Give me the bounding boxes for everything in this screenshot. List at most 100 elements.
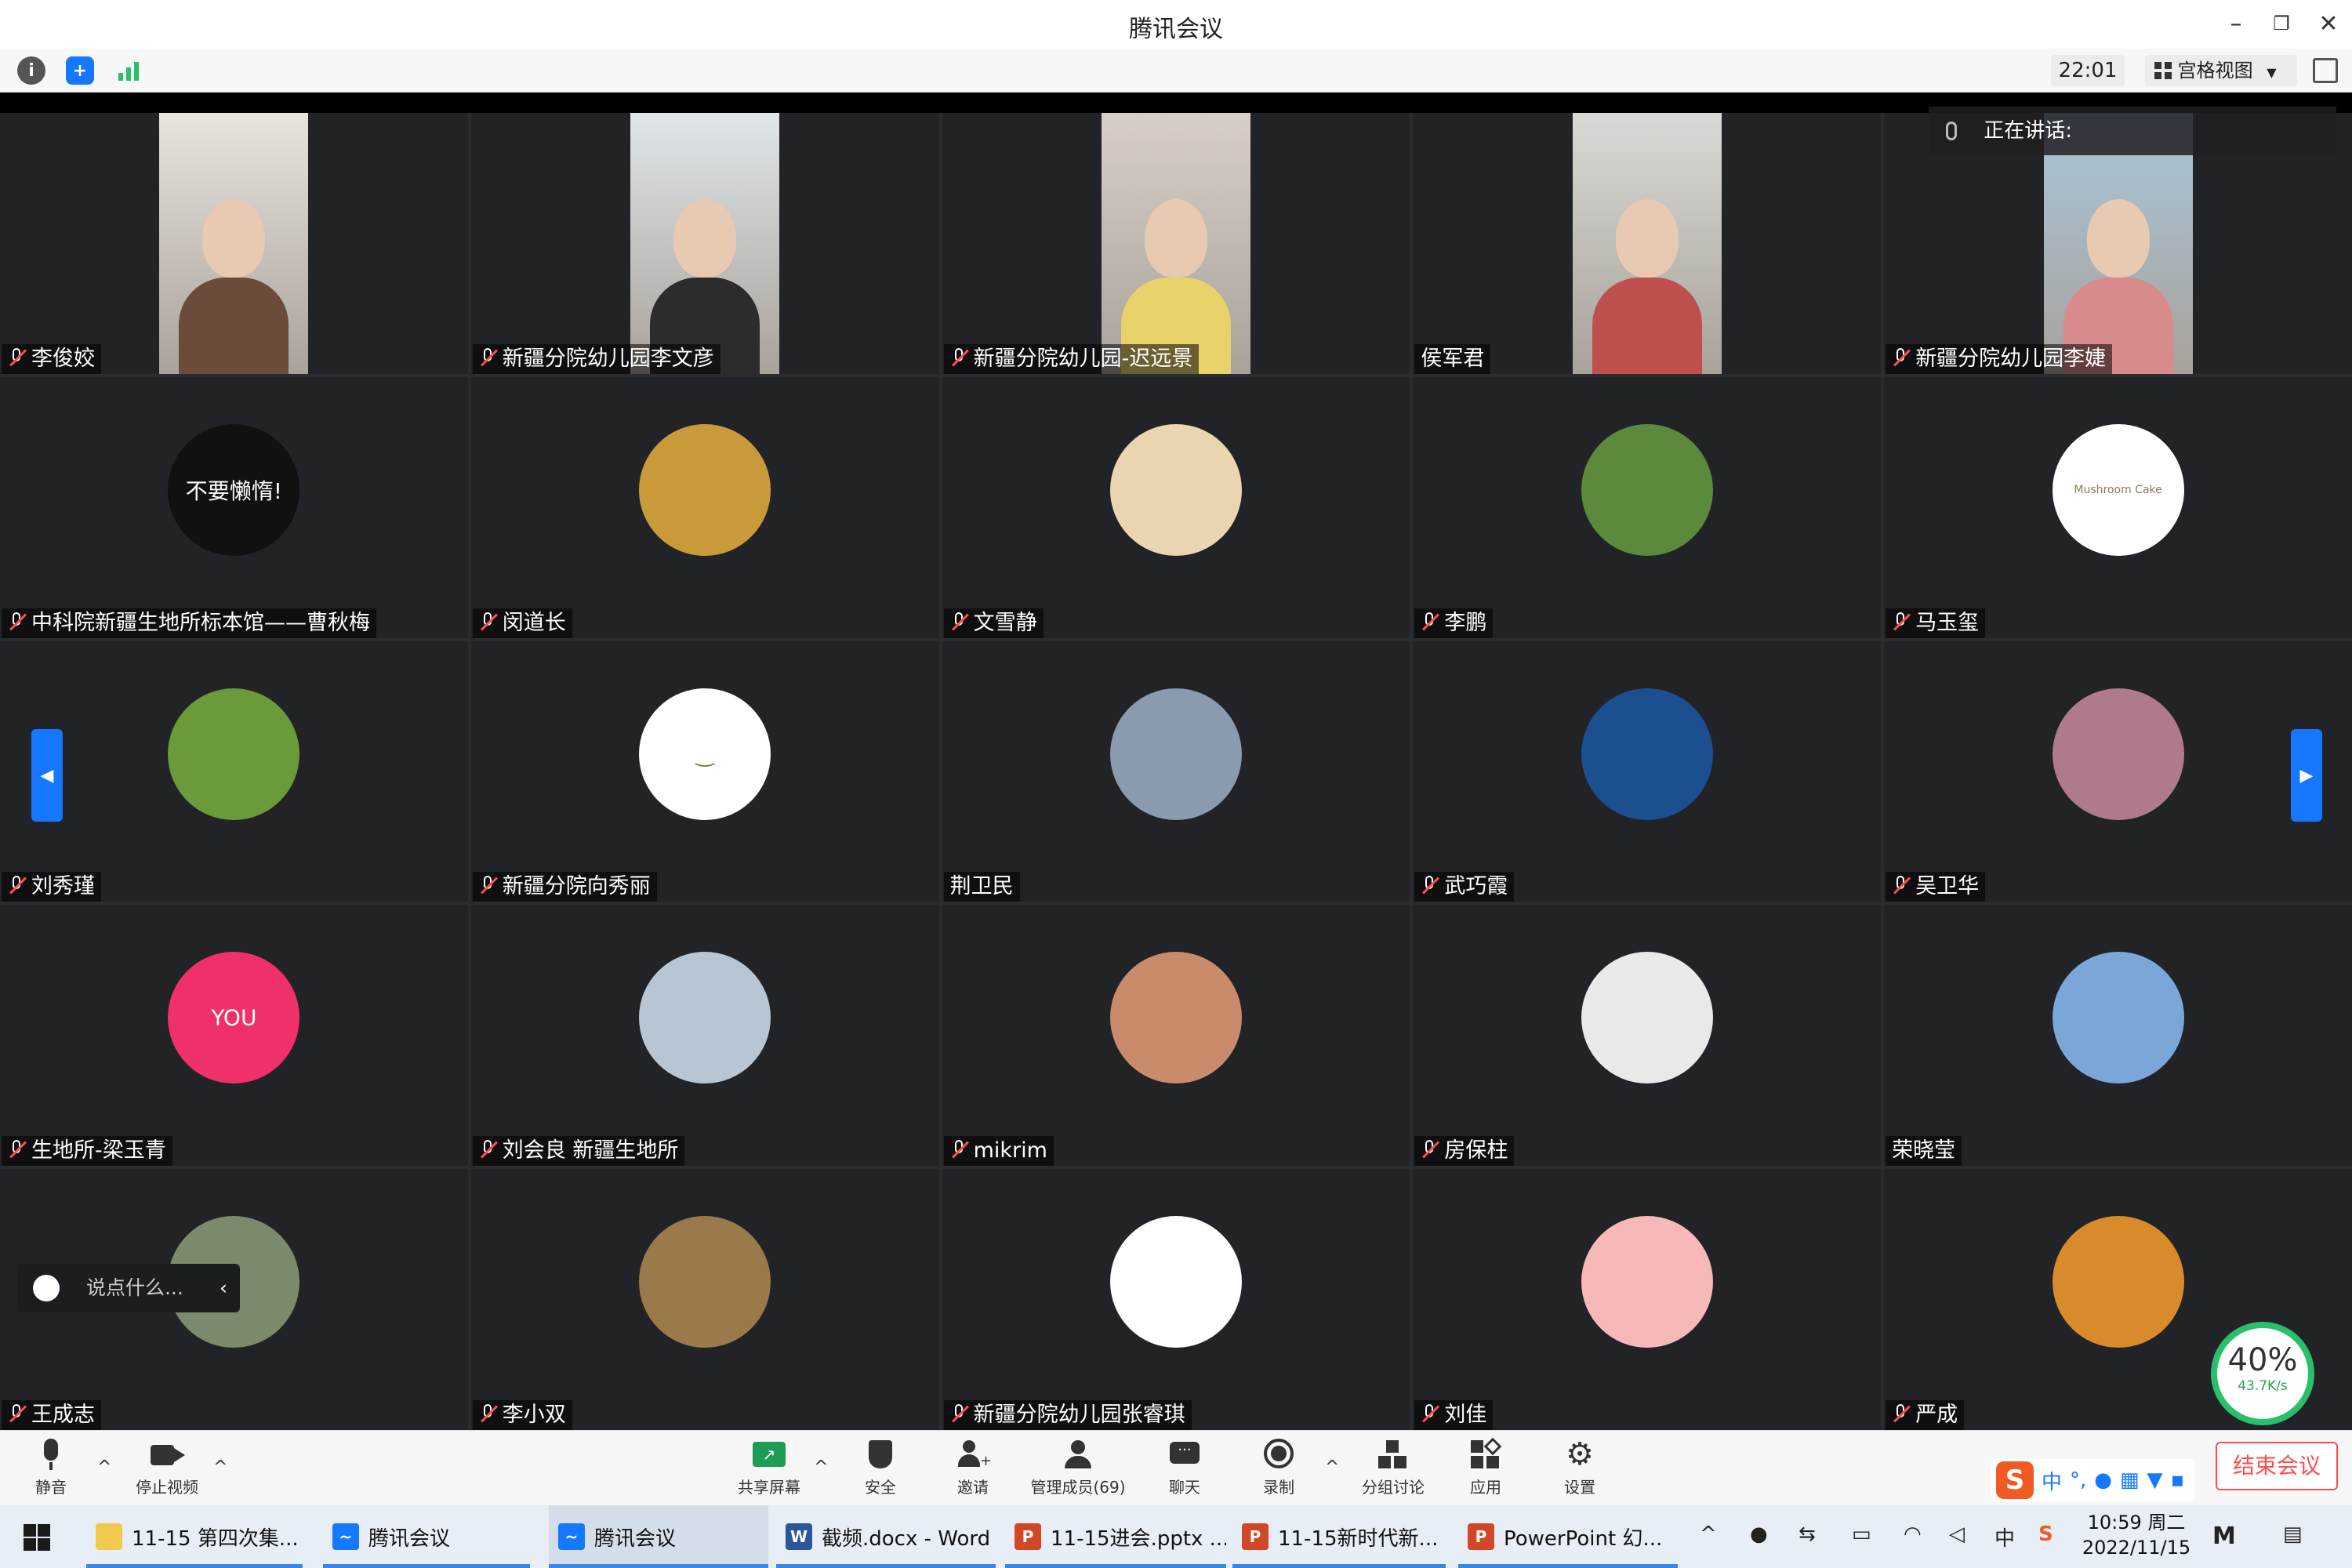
tray-battery-icon[interactable]: ▭ [1852,1523,1871,1546]
taskbar-clock[interactable]: 10:59 周二 2022/11/15 [2078,1510,2195,1560]
notification-center-icon[interactable]: ▤ [2283,1523,2303,1546]
participant-tile[interactable]: Mushroom Cake 马玉玺 [1884,376,2352,638]
share-options-caret[interactable]: ^ [814,1457,828,1477]
participant-name-tag: 中科院新疆生地所标本馆——曹秋梅 [2,608,376,638]
ime-lang-label: 中 [2042,1470,2063,1494]
tray-mic-icon[interactable]: ● [1750,1523,1768,1546]
participant-tile[interactable]: ‿ 新疆分院向秀丽 [470,641,939,902]
tray-expand-chevron-icon[interactable]: ^ [1700,1523,1717,1546]
participant-tile[interactable]: 刘佳 [1413,1169,1882,1430]
settings-button[interactable]: ⚙ 设置 [1537,1439,1623,1497]
taskbar-item-label: 11-15进会.pptx ... [1051,1526,1226,1551]
taskbar-item[interactable]: P 11-15新时代新... [1232,1505,1446,1568]
participant-tile[interactable]: 新疆分院幼儿园李文彦 [470,113,939,374]
participant-tile[interactable]: 新疆分院幼儿园张睿琪 [942,1169,1410,1430]
participant-avatar [1581,423,1713,556]
participant-tile[interactable]: 刘秀瑾 [0,641,468,902]
person-body [1592,278,1702,374]
tray-ime-label[interactable]: 中 [1994,1523,2015,1552]
tray-wifi-icon[interactable]: ◠ [1904,1523,1922,1546]
chat-input-placeholder[interactable]: 说点什么... [86,1276,183,1299]
participant-video [1101,113,1250,374]
chat-button[interactable]: ··· 聊天 [1142,1439,1228,1497]
camera-icon [151,1439,185,1470]
taskbar-item[interactable]: ~ 腾讯会议 [549,1505,768,1568]
participant-name-tag: 王成志 [2,1399,101,1430]
grid-icon [2154,62,2172,79]
record-button[interactable]: 录制 [1236,1439,1322,1497]
taskbar-item[interactable]: 11-15 第四次集... [86,1505,303,1568]
start-windows-icon[interactable] [24,1524,50,1551]
participant-tile[interactable]: 荣晓莹 [1884,905,2352,1167]
restore-button[interactable]: ❐ [2266,8,2297,39]
share-screen-button[interactable]: ↗ 共享屏幕 [726,1439,812,1497]
end-meeting-button[interactable]: 结束会议 [2216,1442,2338,1490]
participant-name-tag: 文雪静 [943,608,1044,638]
participant-tile[interactable]: 侯军君 [1413,113,1882,374]
taskbar-item[interactable]: W 截频.docx - Word [776,1505,996,1568]
participant-tile[interactable]: 不要懒惰! 中科院新疆生地所标本馆——曹秋梅 [0,376,468,638]
mute-button[interactable]: 静音 [8,1439,94,1497]
tray-app-icon[interactable]: M [2212,1523,2236,1550]
breakout-button[interactable]: 分组讨论 [1350,1439,1436,1497]
participant-tile[interactable]: 文雪静 [942,376,1410,638]
tray-display-icon[interactable]: ⇆ [1798,1523,1816,1546]
ime-toolbar[interactable]: S 中 °, ● ▦ ▼ ▪ [1991,1459,2195,1501]
participant-tile[interactable]: 荆卫民 [942,641,1410,902]
minimize-button[interactable]: – [2220,8,2252,39]
network-speed: 43.7K/s [2238,1378,2288,1394]
prev-page-button[interactable]: ◀ [31,729,63,822]
participant-name: 刘会良 新疆生地所 [502,1138,679,1163]
collapse-chevron-icon[interactable]: ‹ [220,1264,227,1312]
tray-volume-icon[interactable]: ◁ [1949,1523,1965,1546]
participant-tile[interactable]: 李鹏 [1413,376,1882,638]
tray-sogou-icon[interactable]: S [2038,1523,2053,1546]
participant-name: 新疆分院向秀丽 [502,874,651,899]
title-bar: 腾讯会议 – ❐ ✕ [0,0,2352,49]
taskbar-item[interactable]: P 11-15进会.pptx ... [1005,1505,1226,1568]
punctuation-icon: °, [2070,1468,2087,1492]
participant-name-tag: 新疆分院向秀丽 [472,872,657,902]
clock-time: 10:59 周二 [2087,1512,2186,1534]
mute-options-caret[interactable]: ^ [97,1457,111,1477]
emoji-icon[interactable] [33,1275,60,1301]
security-label: 安全 [865,1478,896,1497]
settings-label: 设置 [1564,1478,1595,1497]
participant-tile[interactable]: 刘会良 新疆生地所 [470,905,939,1167]
participant-name: 刘佳 [1444,1402,1487,1427]
manage-members-button[interactable]: 管理成员(69) [1027,1439,1129,1497]
taskbar-item[interactable]: P PowerPoint 幻... [1458,1505,1678,1568]
participant-tile[interactable]: mikrim [942,905,1410,1167]
next-page-button[interactable]: ▶ [2291,729,2322,822]
participant-tile[interactable]: 闵道长 [470,376,939,638]
participant-tile[interactable]: 吴卫华 [1884,641,2352,902]
participant-name: 马玉玺 [1915,610,1980,635]
apps-button[interactable]: 应用 [1443,1437,1529,1497]
invite-button[interactable]: + 邀请 [930,1439,1016,1497]
video-options-caret[interactable]: ^ [213,1457,227,1477]
shield-icon[interactable]: + [66,56,94,85]
taskbar-app-icon: P [1242,1523,1269,1550]
clock-date: 2022/11/15 [2082,1537,2191,1559]
security-button[interactable]: 安全 [837,1439,924,1497]
close-button[interactable]: ✕ [2313,8,2344,39]
taskbar-item[interactable]: ~ 腾讯会议 [323,1505,530,1568]
participant-tile[interactable]: 新疆分院幼儿园-迟远景 [942,113,1410,374]
participant-name: 李鹏 [1444,610,1487,635]
stop-video-button[interactable]: 停止视频 [124,1439,210,1497]
mic-muted-icon [8,347,27,368]
signal-icon[interactable] [114,56,143,85]
info-icon[interactable]: i [17,56,45,85]
taskbar-item-label: 腾讯会议 [594,1526,677,1551]
participant-tile[interactable]: 武巧霞 [1413,641,1882,902]
participant-tile[interactable]: YOU 生地所-梁玉青 [0,905,468,1167]
fullscreen-icon[interactable] [2313,58,2338,83]
participant-name: 严成 [1915,1402,1958,1427]
view-mode-button[interactable]: 宫格视图 ▼ [2145,55,2297,86]
participant-tile[interactable]: 李小双 [470,1169,939,1430]
record-options-caret[interactable]: ^ [1325,1457,1339,1477]
participant-tile[interactable]: 房保柱 [1413,905,1882,1167]
participant-name-tag: 生地所-梁玉青 [2,1136,172,1167]
participant-tile[interactable]: 李俊姣 [0,113,468,374]
quick-chat-box[interactable]: 说点什么... ‹ [17,1264,240,1312]
